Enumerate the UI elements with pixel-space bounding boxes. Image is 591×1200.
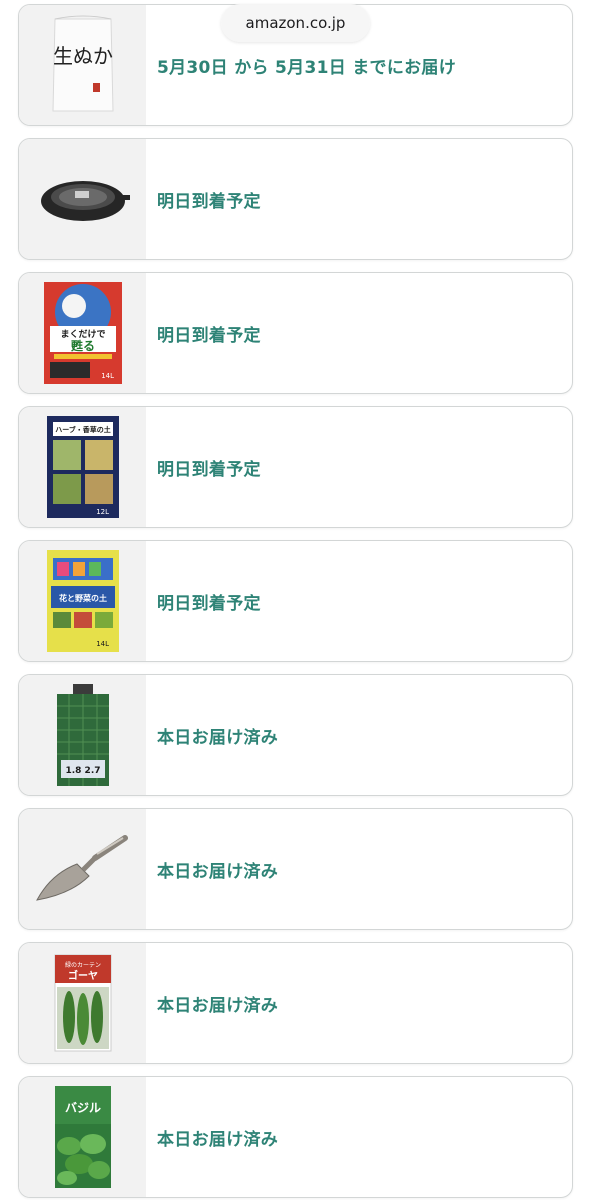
- delivery-status: 明日到着予定: [157, 593, 261, 614]
- rice-bran-bag-icon: 生ぬか: [51, 15, 114, 112]
- delivery-status: 明日到着予定: [157, 459, 261, 480]
- order-card-basil-seeds[interactable]: バジル 本日お届け済み: [18, 1076, 573, 1198]
- order-card-herb-soil[interactable]: ハーブ・香草の土 12L 明日到着予定: [18, 406, 573, 528]
- garden-net-icon: 1.8 2.7: [56, 684, 109, 786]
- product-image-goya-seeds: 緑のカーテン ゴーヤ: [19, 943, 146, 1063]
- delivery-status: 本日お届け済み: [157, 995, 279, 1016]
- product-image-garden-net: 1.8 2.7: [19, 675, 146, 795]
- herb-soil-bag-icon: ハーブ・香草の土 12L: [46, 416, 119, 518]
- basil-seed-packet-icon: バジル: [54, 1086, 111, 1188]
- delivery-status: 本日お届け済み: [157, 861, 279, 882]
- svg-text:バジル: バジル: [64, 1101, 100, 1115]
- plant-saucer-icon: [40, 181, 130, 221]
- order-card-vegetable-soil[interactable]: 花と野菜の土 14L 明日到着予定: [18, 540, 573, 662]
- delivery-status: 本日お届け済み: [157, 1129, 279, 1150]
- product-image-rice-bran: 生ぬか: [19, 5, 146, 125]
- svg-text:花と野菜の土: 花と野菜の土: [59, 593, 107, 603]
- svg-text:ゴーヤ: ゴーヤ: [68, 969, 98, 982]
- goya-seed-packet-icon: 緑のカーテン ゴーヤ: [54, 954, 111, 1052]
- product-image-vegetable-soil: 花と野菜の土 14L: [19, 541, 146, 661]
- trowel-icon: [35, 835, 128, 901]
- url-text: amazon.co.jp: [245, 14, 346, 32]
- product-image-basil-seeds: バジル: [19, 1077, 146, 1197]
- order-card-soil-makudake[interactable]: まくだけで 甦る 14L 明日到着予定: [18, 272, 573, 394]
- svg-text:14L: 14L: [101, 372, 114, 380]
- url-bar[interactable]: amazon.co.jp: [221, 4, 370, 42]
- svg-text:12L: 12L: [96, 508, 109, 516]
- order-card-hand-trowel[interactable]: 本日お届け済み: [18, 808, 573, 930]
- svg-text:甦る: 甦る: [70, 338, 94, 353]
- soil-bag-icon: まくだけで 甦る 14L: [43, 282, 122, 384]
- order-card-goya-seeds[interactable]: 緑のカーテン ゴーヤ 本日お届け済み: [18, 942, 573, 1064]
- order-card-garden-net[interactable]: 1.8 2.7 本日お届け済み: [18, 674, 573, 796]
- product-image-soil-makudake: まくだけで 甦る 14L: [19, 273, 146, 393]
- svg-text:1.8 2.7: 1.8 2.7: [65, 766, 100, 776]
- order-card-plant-saucer[interactable]: 明日到着予定: [18, 138, 573, 260]
- order-list-page: amazon.co.jp 生ぬか 5月30日 から 5月31日 までにお届け 明…: [0, 0, 591, 1200]
- vegetable-soil-bag-icon: 花と野菜の土 14L: [46, 550, 119, 652]
- delivery-status: 本日お届け済み: [157, 727, 279, 748]
- delivery-status: 明日到着予定: [157, 191, 261, 212]
- product-image-plant-saucer: [19, 139, 146, 259]
- svg-text:14L: 14L: [96, 640, 109, 648]
- product-image-herb-soil: ハーブ・香草の土 12L: [19, 407, 146, 527]
- svg-text:生ぬか: 生ぬか: [53, 44, 113, 68]
- product-image-hand-trowel: [19, 809, 146, 929]
- svg-text:ハーブ・香草の土: ハーブ・香草の土: [55, 425, 111, 434]
- svg-text:緑のカーテン: 緑のカーテン: [64, 961, 100, 969]
- delivery-status: 明日到着予定: [157, 325, 261, 346]
